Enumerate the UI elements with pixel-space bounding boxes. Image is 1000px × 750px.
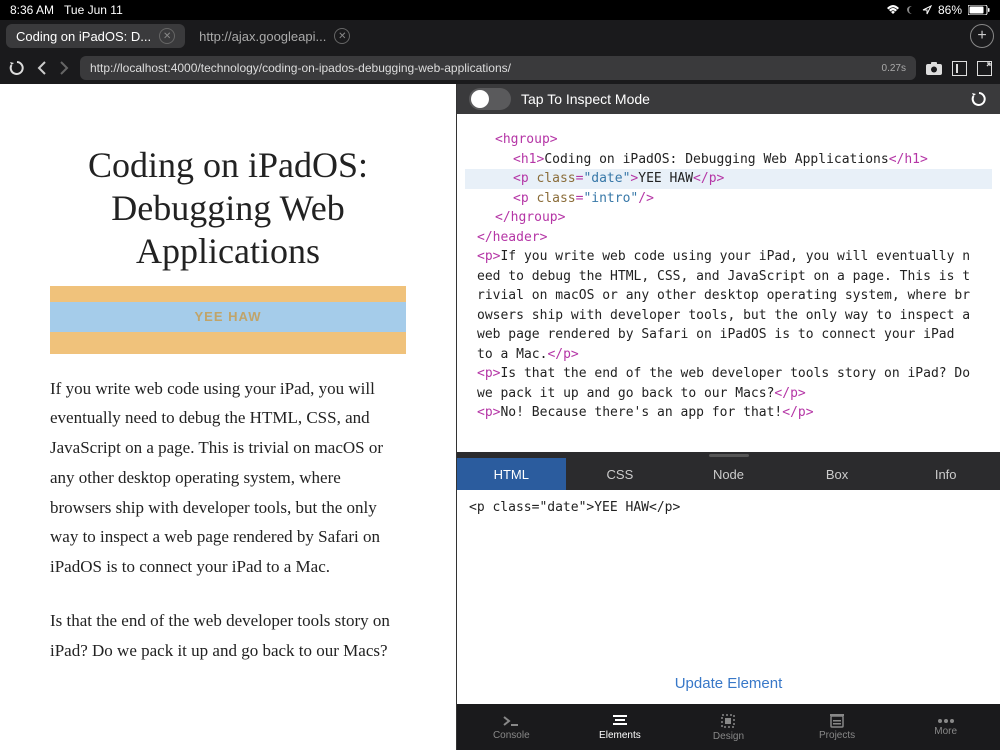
tab-1[interactable]: Coding on iPadOS: D... ✕ <box>6 24 185 48</box>
dom-tree[interactable]: <hgroup> <h1>Coding on iPadOS: Debugging… <box>457 114 1000 452</box>
split-view-icon[interactable] <box>952 61 967 76</box>
dom-node: to a Mac.</p> <box>465 345 992 365</box>
page-title: Coding on iPadOS: Debugging Web Applicat… <box>30 144 426 274</box>
battery-icon <box>968 5 990 15</box>
web-inspector: Tap To Inspect Mode <hgroup> <h1>Coding … <box>456 84 1000 750</box>
status-date: Tue Jun 11 <box>64 3 123 17</box>
inspector-tab-html[interactable]: HTML <box>457 458 566 490</box>
new-tab-button[interactable]: + <box>970 24 994 48</box>
location-icon <box>922 5 932 15</box>
dom-node: <h1>Coding on iPadOS: Debugging Web Appl… <box>465 150 992 170</box>
update-element-button[interactable]: Update Element <box>675 675 783 692</box>
inspector-refresh-icon[interactable] <box>970 90 988 108</box>
share-icon[interactable] <box>977 61 992 76</box>
rendered-webpage[interactable]: Coding on iPadOS: Debugging Web Applicat… <box>0 84 456 750</box>
url-text: http://localhost:4000/technology/coding-… <box>90 61 872 75</box>
battery-percent: 86% <box>938 3 962 17</box>
nav-more[interactable]: More <box>891 704 1000 750</box>
console-icon <box>502 714 520 728</box>
camera-icon[interactable] <box>926 62 942 75</box>
dom-node: <p class="intro"/> <box>465 189 992 209</box>
moon-icon <box>906 5 916 15</box>
selected-element-highlight[interactable]: YEE HAW <box>50 286 406 354</box>
reload-icon[interactable] <box>8 59 26 77</box>
load-time: 0.27s <box>882 63 906 74</box>
tab-2-close-icon[interactable]: ✕ <box>334 28 350 44</box>
design-icon <box>720 713 736 729</box>
inspector-tab-css[interactable]: CSS <box>566 458 675 490</box>
more-icon <box>937 718 955 724</box>
element-detail-panel[interactable]: <p class="date">YEE HAW</p> Update Eleme… <box>457 490 1000 704</box>
dom-node: web page rendered by Safari on iPadOS is… <box>465 325 992 345</box>
inspect-mode-toggle[interactable] <box>469 88 511 110</box>
dom-node: eed to debug the HTML, CSS, and JavaScri… <box>465 267 992 287</box>
page-paragraph-1: If you write web code using your iPad, y… <box>50 374 406 582</box>
dom-node: we pack it up and go back to our Macs?</… <box>465 384 992 404</box>
dom-node: owsers ship with developer tools, but th… <box>465 306 992 326</box>
tab-1-label: Coding on iPadOS: D... <box>16 29 151 44</box>
dom-node: <p>Is that the end of the web developer … <box>465 364 992 384</box>
projects-icon <box>829 713 845 728</box>
nav-projects[interactable]: Projects <box>783 704 892 750</box>
nav-design[interactable]: Design <box>674 704 783 750</box>
status-time: 8:36 AM <box>10 3 54 17</box>
highlighted-date-text: YEE HAW <box>50 302 406 332</box>
inspector-header: Tap To Inspect Mode <box>457 84 1000 114</box>
dom-node: <hgroup> <box>465 130 992 150</box>
inspector-tab-node[interactable]: Node <box>674 458 783 490</box>
dom-node: </hgroup> <box>465 208 992 228</box>
browser-tab-bar: Coding on iPadOS: D... ✕ http://ajax.goo… <box>0 20 1000 52</box>
forward-icon[interactable] <box>58 60 70 76</box>
inspector-tab-info[interactable]: Info <box>891 458 1000 490</box>
dom-node: rivial on macOS or any other desktop ope… <box>465 286 992 306</box>
tab-2-label: http://ajax.googleapi... <box>199 29 326 44</box>
bottom-nav: Console Elements Design Projects More <box>457 704 1000 750</box>
dom-node: </header> <box>465 228 992 248</box>
tab-1-close-icon[interactable]: ✕ <box>159 28 175 44</box>
url-toolbar: http://localhost:4000/technology/coding-… <box>0 52 1000 84</box>
ios-status-bar: 8:36 AM Tue Jun 11 86% <box>0 0 1000 20</box>
inspect-mode-label: Tap To Inspect Mode <box>521 91 650 107</box>
wifi-icon <box>886 5 900 15</box>
page-paragraph-2: Is that the end of the web developer too… <box>50 606 406 666</box>
tab-2[interactable]: http://ajax.googleapi... ✕ <box>189 24 360 48</box>
elements-icon <box>612 714 628 728</box>
dom-node: <p>No! Because there's an app for that!<… <box>465 403 992 423</box>
inspector-tabs: HTML CSS Node Box Info <box>457 458 1000 490</box>
dom-node: <p>If you write web code using your iPad… <box>465 247 992 267</box>
url-input[interactable]: http://localhost:4000/technology/coding-… <box>80 56 916 80</box>
back-icon[interactable] <box>36 60 48 76</box>
nav-elements[interactable]: Elements <box>566 704 675 750</box>
inspector-tab-box[interactable]: Box <box>783 458 892 490</box>
element-source: <p class="date">YEE HAW</p> <box>469 500 988 515</box>
dom-node-selected: <p class="date">YEE HAW</p> <box>465 169 992 189</box>
nav-console[interactable]: Console <box>457 704 566 750</box>
